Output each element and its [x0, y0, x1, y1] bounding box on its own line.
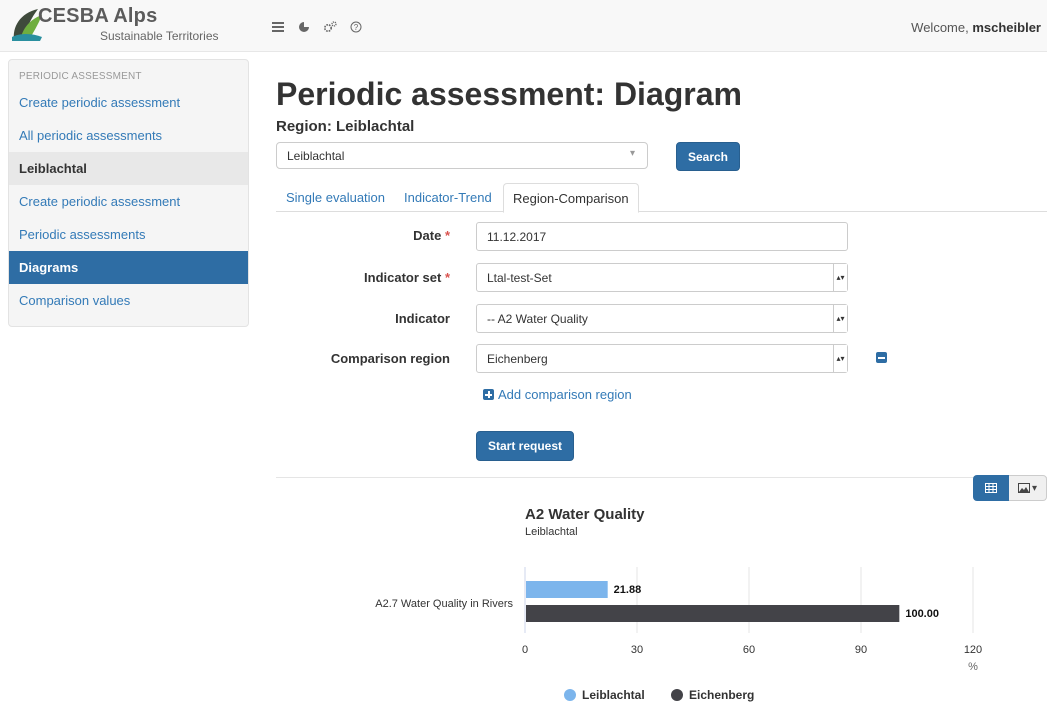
sidebar-item-all-periodic-assessments[interactable]: All periodic assessments — [9, 119, 248, 152]
region-select[interactable]: Leiblachtal ▾ — [276, 142, 648, 169]
sidebar-item-comparison-values[interactable]: Comparison values — [9, 284, 248, 317]
search-button[interactable]: Search — [676, 142, 740, 171]
chevron-down-icon: ▾ — [629, 148, 635, 159]
help-icon[interactable]: ? — [343, 18, 369, 36]
top-navbar: CESBA Alps Sustainable Territories ? Wel… — [0, 0, 1047, 52]
indicator-set-label: Indicator set * — [300, 270, 450, 285]
brand-subtitle: Sustainable Territories — [100, 29, 219, 43]
chart-plot-area: 0 30 60 90 120% A2.7 Water Quality in Rivers 2… — [375, 567, 982, 702]
legend-label-leiblachtal: Leiblachtal — [582, 688, 645, 702]
bar-chart: A2 Water Quality Leiblachtal 0 30 60 90 120%… — [375, 506, 982, 702]
x-tick-label: 0 — [522, 644, 528, 656]
list-icon[interactable] — [265, 18, 291, 36]
required-mark: * — [444, 270, 450, 285]
sidebar-item-diagrams[interactable]: Diagrams — [9, 251, 248, 284]
tab-single-evaluation[interactable]: Single evaluation — [286, 183, 385, 212]
y-category-label: A2.7 Water Quality in Rivers — [375, 598, 513, 610]
select-arrows-icon: ▴▾ — [833, 305, 847, 332]
comparison-region-value: Eichenberg — [487, 351, 548, 366]
remove-comparison-region-icon[interactable] — [876, 352, 887, 363]
legend-marker-eichenberg — [671, 689, 683, 701]
sidebar-group-leiblachtal: Leiblachtal — [9, 152, 248, 185]
legend-marker-leiblachtal — [564, 689, 576, 701]
date-input-value: 11.12.2017 — [487, 229, 547, 244]
start-request-button[interactable]: Start request — [476, 431, 574, 461]
welcome-prefix: Welcome, — [911, 20, 973, 35]
sidebar-header: PERIODIC ASSESSMENT — [19, 71, 142, 82]
brand-logo[interactable]: CESBA Alps Sustainable Territories — [8, 3, 238, 47]
indicator-select[interactable]: -- A2 Water Quality ▴▾ — [476, 304, 848, 333]
select-arrows-icon: ▴▾ — [833, 345, 847, 372]
x-tick-label: 90 — [855, 644, 867, 656]
x-axis-unit: % — [968, 661, 978, 673]
legend-label-eichenberg: Eichenberg — [689, 688, 754, 702]
tab-indicator-trend[interactable]: Indicator-Trend — [404, 183, 492, 212]
date-label: Date * — [300, 228, 450, 243]
add-comparison-region-label: Add comparison region — [498, 387, 632, 402]
indicator-value: -- A2 Water Quality — [487, 311, 588, 326]
nav-icon-bar: ? — [265, 18, 369, 36]
x-tick-label: 30 — [631, 644, 643, 656]
cogs-icon[interactable] — [317, 18, 343, 36]
comparison-region-label: Comparison region — [330, 351, 450, 366]
chart-subtitle: Leiblachtal — [525, 526, 578, 538]
region-label: Region: Leiblachtal — [276, 118, 415, 135]
welcome-message: Welcome, mscheibler — [911, 20, 1041, 35]
date-label-text: Date — [413, 228, 442, 243]
comparison-region-select[interactable]: Eichenberg ▴▾ — [476, 344, 848, 373]
x-tick-label: 120 — [964, 644, 982, 656]
pie-chart-icon[interactable] — [291, 18, 317, 36]
sidebar-item-create-region-assessment[interactable]: Create periodic assessment — [9, 185, 248, 218]
bar-leiblachtal — [526, 581, 608, 598]
chart-title: A2 Water Quality — [525, 506, 645, 523]
sidebar: PERIODIC ASSESSMENT Create periodic asse… — [8, 59, 249, 327]
username[interactable]: mscheibler — [972, 20, 1041, 35]
region-select-value: Leiblachtal — [287, 149, 345, 163]
bar-value-label: 21.88 — [614, 584, 642, 596]
brand-title: CESBA Alps — [38, 5, 158, 27]
required-mark: * — [444, 228, 450, 243]
page-title: Periodic assessment: Diagram — [276, 76, 742, 112]
tab-bar: Single evaluation Indicator-Trend Region… — [276, 179, 1047, 213]
x-tick-label: 60 — [743, 644, 755, 656]
plus-square-icon — [483, 389, 494, 400]
indicator-set-value: Ltal-test-Set — [487, 270, 552, 285]
bar-value-label: 100.00 — [905, 608, 939, 620]
svg-text:?: ? — [354, 23, 359, 32]
indicator-set-select[interactable]: Ltal-test-Set ▴▾ — [476, 263, 848, 292]
add-comparison-region-link[interactable]: Add comparison region — [483, 387, 632, 402]
indicator-label: Indicator — [395, 311, 450, 326]
date-input[interactable]: 11.12.2017 — [476, 222, 848, 251]
sidebar-item-periodic-assessments[interactable]: Periodic assessments — [9, 218, 248, 251]
tab-region-comparison[interactable]: Region-Comparison — [503, 183, 639, 213]
sidebar-item-create-periodic-assessment[interactable]: Create periodic assessment — [9, 86, 248, 119]
indicator-set-label-text: Indicator set — [364, 270, 442, 285]
bar-eichenberg — [526, 605, 900, 622]
select-arrows-icon: ▴▾ — [833, 264, 847, 291]
